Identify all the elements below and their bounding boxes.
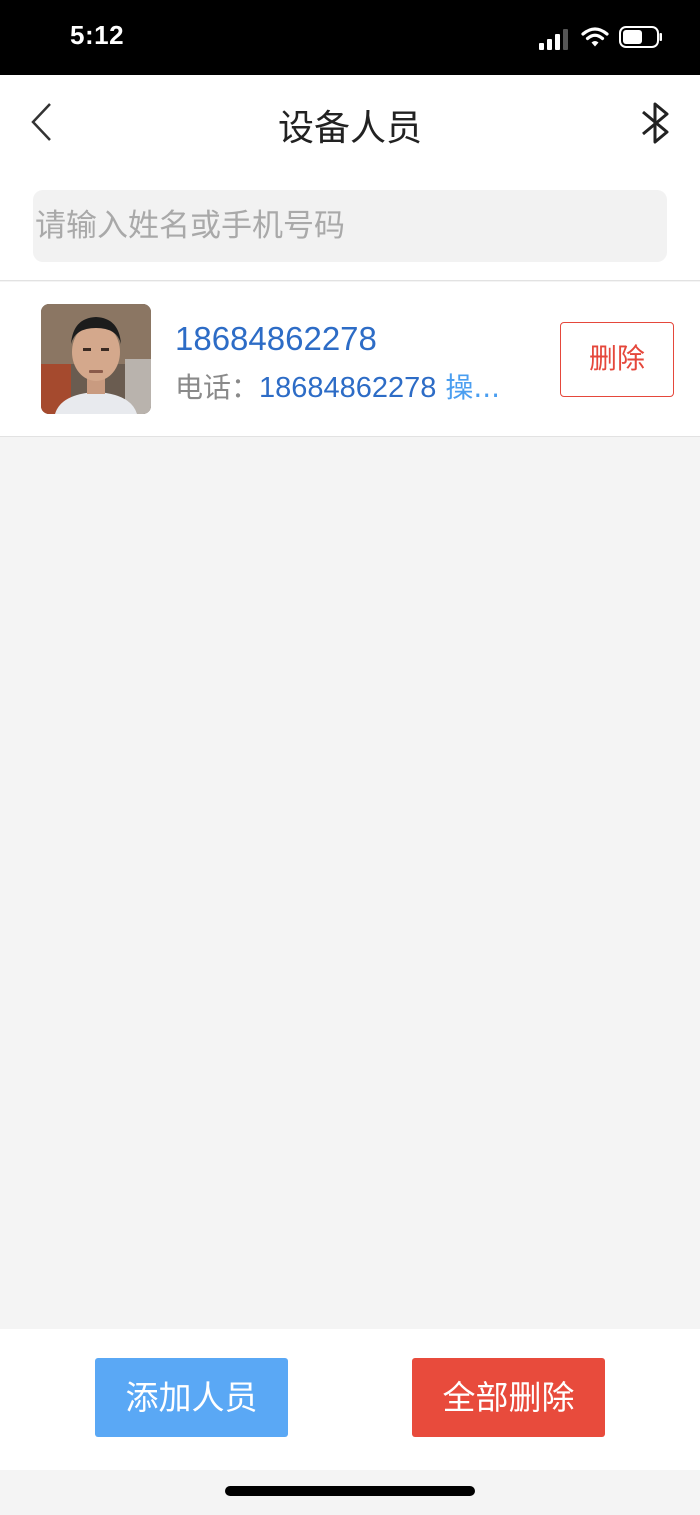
person-name: 18684862278 (175, 320, 377, 357)
bluetooth-icon[interactable] (636, 100, 674, 146)
status-time: 5:12 (70, 20, 125, 50)
nav-bar: 设备人员 (0, 75, 700, 170)
avatar (41, 304, 151, 414)
bottom-action-bar: 添加人员 全部删除 (0, 1329, 700, 1470)
delete-all-button[interactable]: 全部删除 (412, 1358, 605, 1437)
page-title: 设备人员 (277, 108, 422, 149)
home-indicator (225, 1486, 475, 1496)
add-person-button[interactable]: 添加人员 (95, 1358, 288, 1437)
operation-link[interactable]: 操... (445, 371, 500, 404)
search-section (0, 170, 700, 281)
status-bar: 5:12 (0, 0, 700, 75)
list-item[interactable]: 18684862278 电话：18684862278 操... 删除 (0, 282, 700, 437)
search-input[interactable] (33, 190, 667, 262)
wifi-icon (581, 27, 609, 47)
signal-icon (539, 29, 568, 50)
phone-value: 18684862278 (259, 372, 437, 404)
person-details: 电话：18684862278 操... (175, 366, 530, 406)
battery-icon (619, 26, 662, 48)
phone-label: 电话： (175, 371, 260, 404)
delete-button[interactable]: 删除 (560, 322, 674, 397)
